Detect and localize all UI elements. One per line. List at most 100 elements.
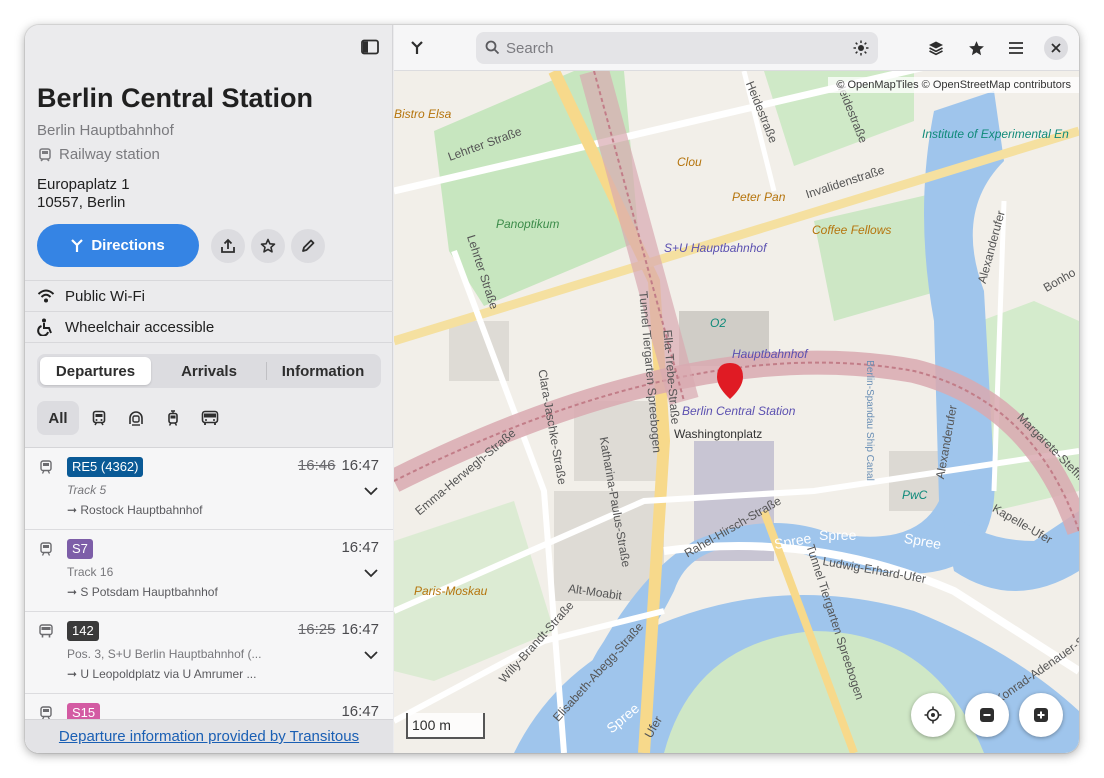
destination: ➞ U Leopoldplatz via U Amrumer ... [67,667,257,681]
pencil-icon [302,239,315,252]
tab-arrivals[interactable]: Arrivals [154,357,264,385]
directions-mode-button[interactable] [402,33,432,63]
line-badge: RE5 (4362) [67,457,144,477]
poi-label[interactable]: Bistro Elsa [394,107,451,121]
main-menu-button[interactable] [1001,33,1031,63]
chevron-down-icon[interactable] [363,485,379,497]
station-label[interactable]: Berlin Central Station [682,404,795,418]
filter-subway[interactable] [124,401,148,435]
map-header: Search [394,25,1079,71]
track-label: Track 5 [67,483,107,497]
departure-row[interactable]: 142 16:25 16:47 Pos. 3, S+U Berlin Hauptb… [25,612,393,694]
directions-button[interactable]: Directions [37,224,199,267]
scale-bar: 100 m [406,713,485,739]
locate-me-button[interactable] [911,693,955,737]
filter-tram[interactable] [161,401,185,435]
crosshair-icon [924,706,942,724]
close-button[interactable] [1044,36,1068,60]
poi-label[interactable]: O2 [710,316,726,330]
departure-time: 16:47 [341,703,379,720]
station-label[interactable]: S+U Hauptbahnhof [664,241,766,255]
poi-label[interactable]: Peter Pan [732,190,785,204]
edit-button[interactable] [291,229,325,263]
poi-label[interactable]: Institute of Experimental En [922,127,1069,141]
amenity-label: Public Wi-Fi [65,288,146,305]
plus-icon [1034,708,1048,722]
sidebar-icon [361,39,379,55]
departures-list: RE5 (4362) 16:46 16:47 Track 5 ➞ Rostock … [25,447,393,753]
train-icon [40,542,52,556]
tab-information[interactable]: Information [268,357,378,385]
map-view[interactable]: Bistro Elsa Lehrter Straße Heidestraße H… [394,25,1079,753]
train-icon [40,706,52,720]
star-outline-icon [260,238,276,253]
subway-icon [129,411,143,426]
station-label[interactable]: Hauptbahnhof [732,347,807,361]
zoom-in-button[interactable] [1019,693,1063,737]
scheduled-time: 16:46 [297,457,336,474]
departure-tabs: Departures Arrivals Information [37,354,381,388]
favorite-button[interactable] [251,229,285,263]
chevron-down-icon[interactable] [363,567,379,579]
minus-icon [980,708,994,722]
wifi-icon [37,287,55,305]
directions-label: Directions [91,237,165,254]
actual-time: 16:47 [341,621,379,638]
transitous-link[interactable]: Departure information provided by Transi… [59,728,359,745]
departure-row[interactable]: S7 16:47 Track 16 ➞ S Potsdam Hauptbahnh… [25,530,393,612]
place-label: Washingtonplatz [674,427,763,441]
divider [25,342,393,343]
amenity-wifi: Public Wi-Fi [25,280,393,311]
tram-icon [168,410,178,426]
tab-separator [266,362,267,380]
sidebar-toggle-button[interactable] [361,39,379,55]
footer: Departure information provided by Transi… [25,719,393,753]
poi-label[interactable]: Paris-Moskau [414,584,487,598]
departure-time: 16:47 [341,539,379,556]
track-label: Pos. 3, S+U Berlin Hauptbahnhof (... [67,647,262,661]
filter-bus[interactable] [198,401,222,435]
address-line-2: 10557, Berlin [37,194,126,211]
share-icon [221,238,235,253]
arrow-right-icon: ➞ [67,503,81,517]
filter-train[interactable] [87,401,111,435]
line-badge: S7 [67,539,93,559]
station-type-icon [38,148,52,162]
poi-label[interactable]: Coffee Fellows [812,223,891,237]
arrow-right-icon: ➞ [67,585,81,599]
amenity-wheelchair: Wheelchair accessible [25,311,393,342]
train-icon [40,460,52,474]
poi-label[interactable]: PwC [902,488,927,502]
departure-row[interactable]: RE5 (4362) 16:46 16:47 Track 5 ➞ Rostock … [25,448,393,530]
tab-departures[interactable]: Departures [40,357,151,385]
poi-label[interactable]: Panoptikum [496,217,559,231]
place-subtitle: Berlin Hauptbahnhof [37,122,174,139]
close-icon [1051,43,1061,53]
destination: ➞ Rostock Hauptbahnhof [67,503,203,517]
actual-time: 16:47 [341,457,379,474]
filter-all[interactable]: All [37,401,79,435]
search-input[interactable]: Search [476,32,878,64]
train-icon [92,410,106,426]
zoom-out-button[interactable] [965,693,1009,737]
directions-icon [411,41,423,54]
favorites-button[interactable] [961,33,991,63]
water-label: Berlin-Spandau Ship Canal [863,360,875,481]
sidebar: Berlin Central Station Berlin Hauptbahnh… [25,25,393,753]
amenity-label: Wheelchair accessible [65,319,215,336]
place-type: Railway station [59,146,160,163]
departure-time: 16:46 16:47 [298,457,379,474]
map-attribution[interactable]: © OpenMapTiles © OpenStreetMap contribut… [828,77,1079,93]
hamburger-menu-icon [1009,42,1023,54]
wheelchair-icon [37,318,55,337]
poi-label[interactable]: Clou [677,155,702,169]
search-icon [485,40,500,55]
bus-icon [201,410,219,425]
search-placeholder: Search [506,40,554,57]
theme-icon[interactable] [853,40,869,56]
chevron-down-icon[interactable] [363,649,379,661]
share-button[interactable] [211,229,245,263]
layers-button[interactable] [921,33,951,63]
bus-icon [39,624,53,638]
place-title: Berlin Central Station [37,83,314,113]
